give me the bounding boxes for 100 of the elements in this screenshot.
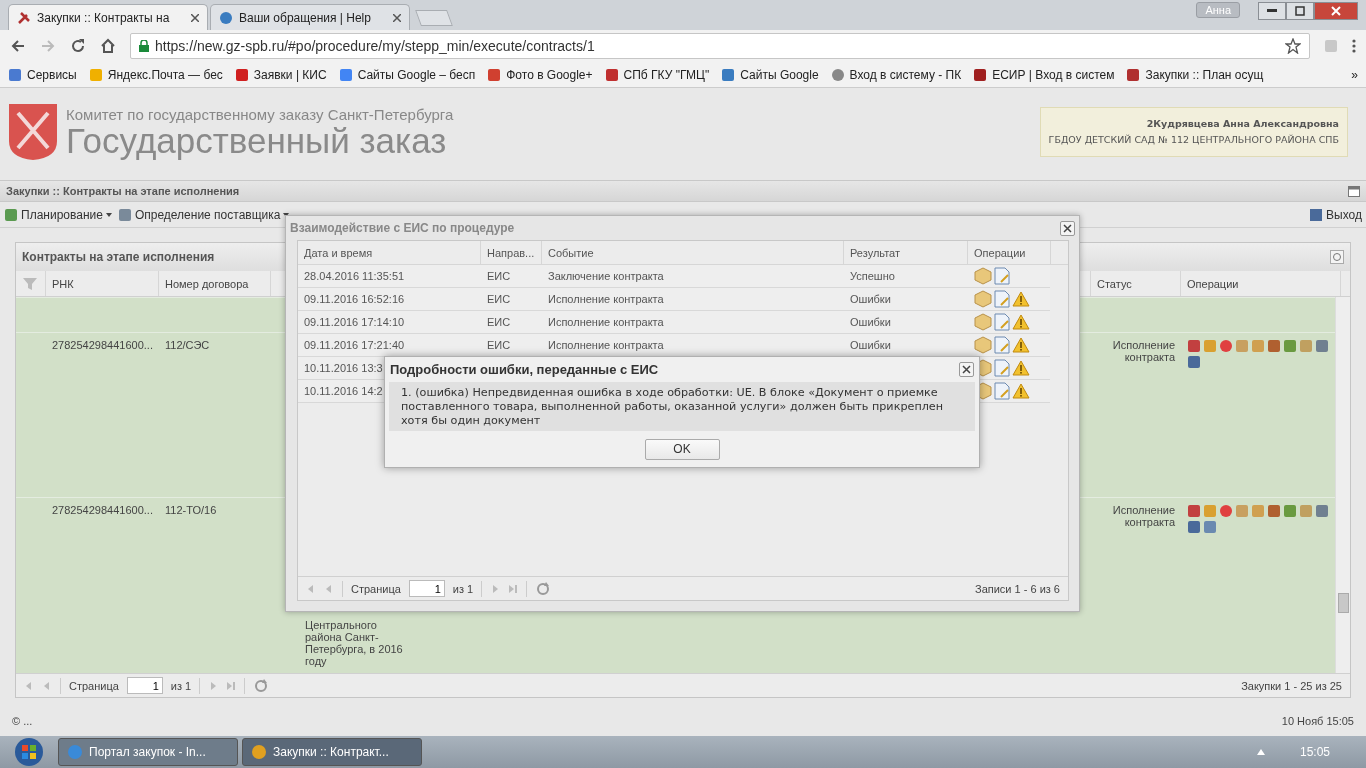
operation-icon[interactable] <box>1187 504 1201 518</box>
operation-icon[interactable] <box>1235 339 1249 353</box>
bookmark[interactable]: СПб ГКУ "ГМЦ" <box>604 67 710 82</box>
refresh-icon[interactable] <box>1330 250 1344 264</box>
operation-icon[interactable] <box>1187 355 1201 369</box>
address-field[interactable]: https://new.gz-spb.ru/#po/procedure/my/stepp_min/execute/contracts/1 <box>130 33 1310 59</box>
exit-button[interactable]: Выход <box>1309 207 1362 222</box>
column-header[interactable]: Событие <box>542 241 844 264</box>
taskbar-item[interactable]: Портал закупок - In... <box>58 738 238 766</box>
taskbar-item[interactable]: Закупки :: Контракт... <box>242 738 422 766</box>
column-header[interactable]: РНК <box>46 271 159 296</box>
page-field[interactable]: 1 <box>126 677 163 694</box>
ok-button[interactable]: OK <box>644 438 720 460</box>
operation-icon[interactable] <box>1219 504 1233 518</box>
restore-button[interactable] <box>1286 2 1314 20</box>
operation-icon[interactable] <box>1299 339 1313 353</box>
bookmark-icon[interactable] <box>338 67 353 82</box>
column-header[interactable]: Дата и время <box>298 241 481 264</box>
operation-icon[interactable] <box>1267 339 1281 353</box>
document-edit-icon[interactable] <box>994 290 1010 308</box>
operation-icon[interactable] <box>1283 504 1297 518</box>
close-button[interactable] <box>959 362 974 377</box>
maximize-icon[interactable] <box>1348 185 1360 197</box>
browser-tab[interactable]: Ваши обращения | Help <box>210 4 410 30</box>
close-window-button[interactable] <box>1314 2 1358 20</box>
last-page-icon[interactable] <box>508 583 519 594</box>
package-icon[interactable] <box>974 336 992 354</box>
column-header[interactable]: Номер договора <box>159 271 271 296</box>
extension-icon[interactable] <box>1324 39 1338 53</box>
column-header[interactable]: Результат <box>844 241 968 264</box>
warning-icon[interactable] <box>1012 360 1030 376</box>
first-page-icon[interactable] <box>306 583 316 594</box>
close-icon[interactable] <box>393 13 401 22</box>
previous-page-icon[interactable] <box>42 680 52 691</box>
menu-item[interactable]: Планирование <box>4 207 112 222</box>
operation-icon[interactable] <box>1299 504 1313 518</box>
operation-icon[interactable] <box>1251 504 1265 518</box>
filter-icon[interactable] <box>22 275 38 292</box>
operation-icon[interactable] <box>1315 339 1329 353</box>
warning-icon[interactable] <box>1012 314 1030 330</box>
bookmark-icon[interactable] <box>973 67 988 82</box>
refresh-icon[interactable] <box>253 677 270 694</box>
bookmark[interactable]: Фото в Google+ <box>487 67 593 82</box>
operation-icon[interactable] <box>1203 339 1217 353</box>
refresh-icon[interactable] <box>535 580 552 597</box>
warning-icon[interactable] <box>1012 291 1030 307</box>
bookmark-icon[interactable] <box>830 67 845 82</box>
bookmark-icon[interactable] <box>234 67 249 82</box>
warning-icon[interactable] <box>1012 383 1030 399</box>
bookmark[interactable]: Сервисы <box>8 67 77 82</box>
close-icon[interactable] <box>191 13 199 22</box>
new-tab-button[interactable] <box>415 10 453 26</box>
bookmark[interactable]: Сайты Google <box>721 67 819 82</box>
package-icon[interactable] <box>974 267 992 285</box>
document-edit-icon[interactable] <box>994 313 1010 331</box>
package-icon[interactable] <box>974 313 992 331</box>
bookmark-icon[interactable] <box>604 67 619 82</box>
menu-icon[interactable] <box>117 207 132 222</box>
first-page-icon[interactable] <box>24 680 34 691</box>
bookmark[interactable]: ЕСИР | Вход в систем <box>973 67 1115 82</box>
bookmark[interactable]: Закупки :: План осущ <box>1126 67 1264 82</box>
menu-icon[interactable] <box>1352 38 1356 54</box>
bookmark-icon[interactable] <box>1126 67 1141 82</box>
previous-page-icon[interactable] <box>324 583 334 594</box>
column-header[interactable]: Операции <box>1181 271 1341 296</box>
document-edit-icon[interactable] <box>994 382 1010 400</box>
warning-icon[interactable] <box>1012 337 1030 353</box>
operation-icon[interactable] <box>1251 339 1265 353</box>
more-bookmarks-button[interactable]: » <box>1351 67 1358 82</box>
column-header[interactable]: Операции <box>968 241 1051 264</box>
scrollbar[interactable] <box>1335 297 1350 673</box>
minimize-button[interactable] <box>1258 2 1286 20</box>
close-button[interactable] <box>1060 220 1075 236</box>
operation-icon[interactable] <box>1267 504 1281 518</box>
bookmark-icon[interactable] <box>721 67 736 82</box>
bookmark[interactable]: Сайты Google – бесп <box>338 67 476 82</box>
document-edit-icon[interactable] <box>994 267 1010 285</box>
operation-icon[interactable] <box>1219 339 1233 353</box>
menu-icon[interactable] <box>4 207 18 222</box>
last-page-icon[interactable] <box>226 680 237 691</box>
bookmark-icon[interactable] <box>8 67 22 82</box>
forward-icon[interactable] <box>40 38 56 54</box>
reload-icon[interactable] <box>70 38 86 54</box>
operation-icon[interactable] <box>1187 520 1201 534</box>
operation-icon[interactable] <box>1315 504 1329 518</box>
bookmark[interactable]: Вход в систему - ПК <box>830 67 962 82</box>
operation-icon[interactable] <box>1283 339 1297 353</box>
bookmark-icon[interactable] <box>487 67 502 82</box>
bookmark[interactable]: Заявки | КИС <box>234 67 327 82</box>
operation-icon[interactable] <box>1203 504 1217 518</box>
column-header[interactable]: Статус <box>1091 271 1181 296</box>
page-field[interactable]: 1 <box>408 580 445 597</box>
document-edit-icon[interactable] <box>994 336 1010 354</box>
star-icon[interactable] <box>1285 38 1301 54</box>
bookmark[interactable]: Яндекс.Почта — бес <box>88 67 223 82</box>
operation-icon[interactable] <box>1235 504 1249 518</box>
column-header[interactable]: Направ... <box>481 241 542 264</box>
document-edit-icon[interactable] <box>994 359 1010 377</box>
home-icon[interactable] <box>100 38 116 54</box>
operation-icon[interactable] <box>1187 339 1201 353</box>
